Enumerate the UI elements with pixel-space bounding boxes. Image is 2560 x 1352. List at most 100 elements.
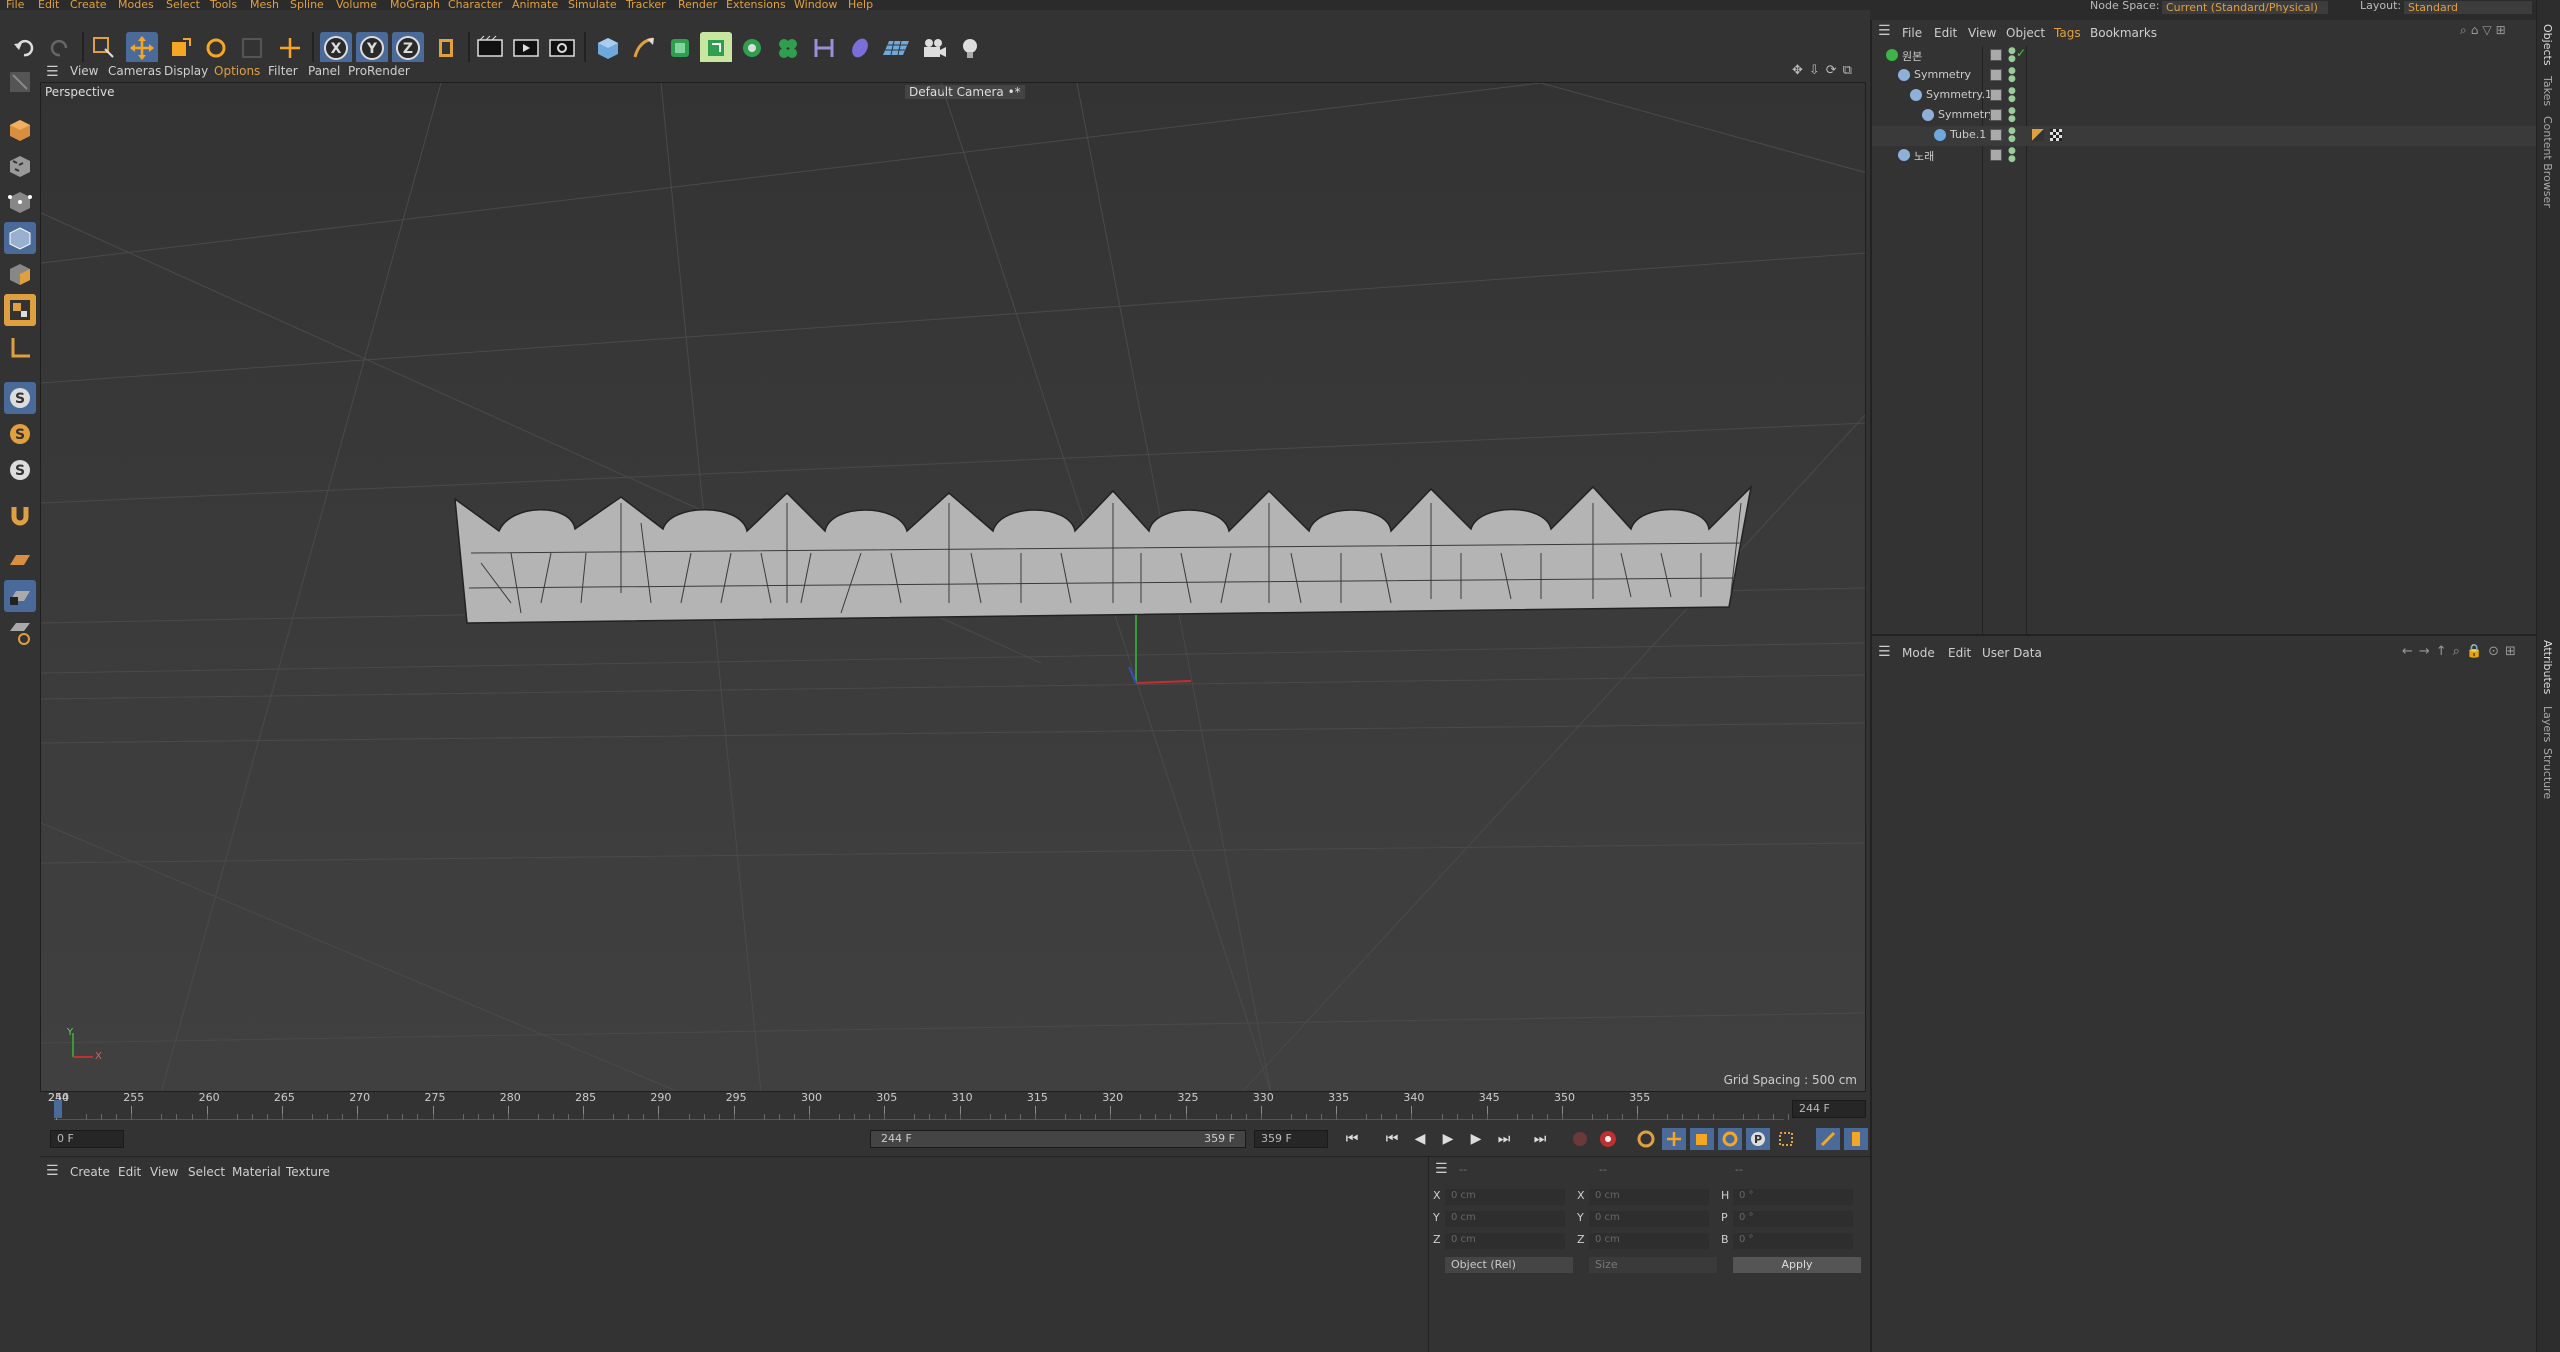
objects-menu-bookmarks[interactable]: Bookmarks <box>2090 26 2157 40</box>
coords-hamburger-icon[interactable]: ☰ <box>1435 1161 1448 1177</box>
enabled-check-icon[interactable]: ✓ <box>2016 46 2026 60</box>
phong-tag-icon[interactable] <box>2032 129 2044 141</box>
placement-tool-icon[interactable] <box>274 32 306 64</box>
objects-menu-tags[interactable]: Tags <box>2054 26 2081 40</box>
mograph-cloner-icon[interactable] <box>772 32 804 64</box>
pos-z-field[interactable]: 0 cm <box>1445 1233 1565 1249</box>
side-tab-content-browser[interactable]: Content Browser <box>2541 116 2554 208</box>
object-row[interactable]: Symmetry ● ● <box>1872 66 2536 86</box>
coords-mode-dropdown[interactable]: Object (Rel) <box>1445 1257 1573 1273</box>
cloner-icon[interactable] <box>736 32 768 64</box>
cube-icon[interactable] <box>592 32 624 64</box>
end-frame-field[interactable]: 359 F <box>1254 1130 1328 1148</box>
viewport-menu-prorender[interactable]: ProRender <box>348 64 410 78</box>
visibility-dots-icon[interactable]: ● ● <box>2008 107 2016 124</box>
y-axis-lock-icon[interactable]: Y <box>356 32 388 64</box>
objects-search-icon[interactable]: ⌕⌂▽⊞ <box>2460 23 2510 38</box>
magnet-icon[interactable] <box>4 500 36 532</box>
layer-checkbox[interactable] <box>1990 109 2002 121</box>
timeline-layout-icon[interactable] <box>1844 1128 1868 1150</box>
render-view-icon[interactable] <box>474 32 506 64</box>
material-menu-select[interactable]: Select <box>188 1165 225 1179</box>
viewport-menu-display[interactable]: Display <box>164 64 208 78</box>
3d-viewport[interactable]: Perspective Default Camera •* Y X Grid S… <box>40 82 1866 1092</box>
viewport-solo-icon[interactable] <box>4 294 36 326</box>
object-name[interactable]: Symmetry <box>1914 68 1971 81</box>
visibility-dots-icon[interactable]: ● ● <box>2008 127 2016 144</box>
objects-menu-edit[interactable]: Edit <box>1934 26 1957 40</box>
current-frame-field[interactable]: 244 F <box>1792 1100 1866 1118</box>
key-scale-icon[interactable] <box>1690 1128 1714 1150</box>
start-frame-field[interactable]: 0 F <box>50 1130 124 1148</box>
viewport-menu-filter[interactable]: Filter <box>268 64 298 78</box>
objects-menu-view[interactable]: View <box>1968 26 1996 40</box>
material-menu-create[interactable]: Create <box>70 1165 110 1179</box>
material-hamburger-icon[interactable]: ☰ <box>46 1163 59 1179</box>
render-settings-icon[interactable] <box>546 32 578 64</box>
viewport-menu-options[interactable]: Options <box>214 64 260 78</box>
move-tool-icon[interactable] <box>126 32 158 64</box>
attributes-menu-mode[interactable]: Mode <box>1902 646 1935 660</box>
object-row[interactable]: Tube.1 ● ● <box>1872 126 2536 146</box>
visibility-dots-icon[interactable]: ● ● <box>2008 147 2016 164</box>
preview-range-slider[interactable]: 244 F 359 F <box>870 1130 1246 1148</box>
render-to-picture-viewer-icon[interactable] <box>510 32 542 64</box>
model-mode-icon[interactable] <box>4 114 36 146</box>
size-y-field[interactable]: 0 cm <box>1589 1211 1709 1227</box>
rot-p-field[interactable]: 0 ° <box>1733 1211 1853 1227</box>
pos-y-field[interactable]: 0 cm <box>1445 1211 1565 1227</box>
objects-menu-file[interactable]: File <box>1902 26 1922 40</box>
apply-button[interactable]: Apply <box>1733 1257 1861 1273</box>
live-selection-icon[interactable] <box>88 32 120 64</box>
timeline-motion-icon[interactable] <box>1816 1128 1840 1150</box>
edges-mode-icon[interactable] <box>4 222 36 254</box>
objects-hamburger-icon[interactable]: ☰ <box>1878 23 1891 39</box>
go-to-previous-keyframe-icon[interactable]: ⏮ <box>1380 1128 1404 1150</box>
layer-checkbox[interactable] <box>1990 129 2002 141</box>
x-axis-lock-icon[interactable]: X <box>320 32 352 64</box>
material-menu-texture[interactable]: Texture <box>286 1165 330 1179</box>
attributes-menu-edit[interactable]: Edit <box>1948 646 1971 660</box>
side-tab-layers[interactable]: Layers <box>2541 706 2554 742</box>
object-name[interactable]: Tube.1 <box>1950 128 1986 141</box>
camera-icon[interactable] <box>918 32 950 64</box>
snap-s1-icon[interactable]: S <box>4 382 36 414</box>
key-rotation-icon[interactable] <box>1718 1128 1742 1150</box>
coords-size-dropdown[interactable]: Size <box>1589 1257 1717 1273</box>
visibility-dots-icon[interactable]: ● ● <box>2008 87 2016 104</box>
node-space-dropdown[interactable]: Current (Standard/Physical) <box>2162 1 2328 14</box>
transform-tool-icon[interactable] <box>236 32 268 64</box>
z-axis-lock-icon[interactable]: Z <box>392 32 424 64</box>
object-row[interactable]: Symmetry ● ● <box>1872 106 2536 126</box>
size-z-field[interactable]: 0 cm <box>1589 1233 1709 1249</box>
material-menu-material[interactable]: Material <box>232 1165 281 1179</box>
side-tab-attributes[interactable]: Attributes <box>2541 640 2554 694</box>
key-selection-icon[interactable] <box>1634 1128 1658 1150</box>
object-name[interactable]: Symmetry <box>1938 108 1995 121</box>
object-name[interactable]: Symmetry.1 <box>1926 88 1992 101</box>
field-icon[interactable] <box>844 32 876 64</box>
next-frame-icon[interactable]: ▶ <box>1464 1128 1488 1150</box>
go-to-end-icon[interactable]: ⏭ <box>1528 1128 1552 1150</box>
playhead-marker[interactable] <box>54 1100 62 1118</box>
viewport-menu-view[interactable]: View <box>70 64 98 78</box>
pen-spline-icon[interactable] <box>628 32 660 64</box>
attributes-hamburger-icon[interactable]: ☰ <box>1878 644 1891 660</box>
points-mode-icon[interactable] <box>4 186 36 218</box>
material-menu-edit[interactable]: Edit <box>118 1165 141 1179</box>
key-pla-icon[interactable] <box>1774 1128 1798 1150</box>
workplane-icon[interactable] <box>4 544 36 576</box>
rot-h-field[interactable]: 0 ° <box>1733 1189 1853 1205</box>
object-name[interactable]: 노래 <box>1914 148 1934 164</box>
material-menu-view[interactable]: View <box>150 1165 178 1179</box>
deformer-icon[interactable] <box>808 32 840 64</box>
side-tab-takes[interactable]: Takes <box>2541 76 2554 106</box>
light-icon[interactable] <box>954 32 986 64</box>
autokey-icon[interactable] <box>1568 1128 1592 1150</box>
layer-checkbox[interactable] <box>1990 49 2002 61</box>
play-icon[interactable]: ▶ <box>1436 1128 1460 1150</box>
extrude-generator-icon[interactable] <box>700 32 732 64</box>
objects-menu-object[interactable]: Object <box>2006 26 2045 40</box>
object-row[interactable]: Symmetry.1 ● ● <box>1872 86 2536 106</box>
record-icon[interactable] <box>1596 1128 1620 1150</box>
